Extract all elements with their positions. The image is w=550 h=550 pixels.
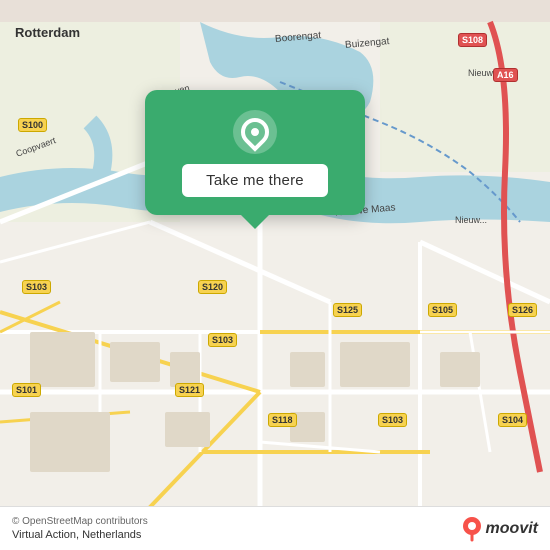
take-me-there-button[interactable]: Take me there xyxy=(182,164,328,197)
badge-a16: A16 xyxy=(493,68,518,82)
badge-s126: S126 xyxy=(508,303,537,317)
badge-s120: S120 xyxy=(198,280,227,294)
city-label-rotterdam: Rotterdam xyxy=(15,25,80,40)
map-label-nw2: Nieuw... xyxy=(455,215,487,225)
badge-s103-3: S103 xyxy=(378,413,407,427)
badge-s118: S118 xyxy=(268,413,297,427)
map-container: Rotterdam Boorengat Buizengat Wijnhaven … xyxy=(0,0,550,550)
pin-icon xyxy=(233,110,277,154)
moovit-logo: moovit xyxy=(462,516,538,542)
badge-s103-1: S103 xyxy=(22,280,51,294)
badge-s103-2: S103 xyxy=(208,333,237,347)
badge-s101: S101 xyxy=(12,383,41,397)
badge-s108: S108 xyxy=(458,33,487,47)
location-popup: Take me there xyxy=(145,90,365,215)
bottom-bar: © OpenStreetMap contributors Virtual Act… xyxy=(0,506,550,550)
badge-s100: S100 xyxy=(18,118,47,132)
map-svg xyxy=(0,0,550,550)
pin-shape xyxy=(235,112,275,152)
badge-s125: S125 xyxy=(333,303,362,317)
location-text: Virtual Action, Netherlands xyxy=(12,529,148,541)
moovit-pin-icon xyxy=(462,516,482,542)
moovit-brand-text: moovit xyxy=(486,520,538,538)
badge-s105: S105 xyxy=(428,303,457,317)
badge-s121: S121 xyxy=(175,383,204,397)
attribution-text: © OpenStreetMap contributors xyxy=(12,516,148,527)
badge-s104: S104 xyxy=(498,413,527,427)
